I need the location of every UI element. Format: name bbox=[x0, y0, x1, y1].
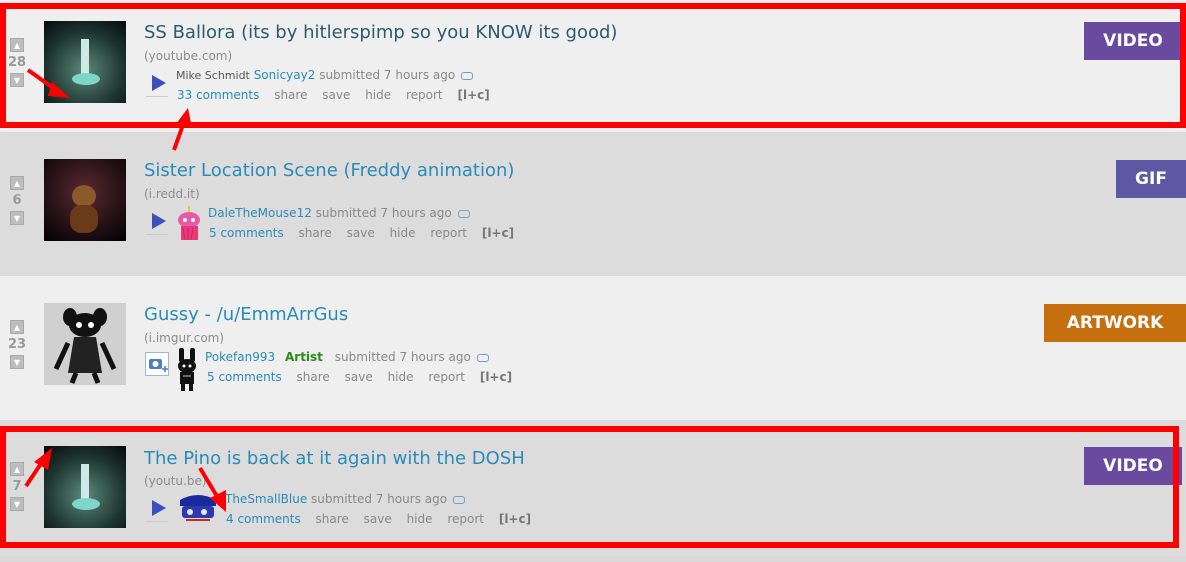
report-link[interactable]: report bbox=[428, 370, 465, 384]
submitted-time: submitted 7 hours ago bbox=[315, 206, 452, 220]
post-title[interactable]: Gussy - /u/EmmArrGus bbox=[144, 304, 348, 325]
hide-link[interactable]: hide bbox=[388, 370, 414, 384]
comments-link[interactable]: 5 comments bbox=[207, 370, 282, 384]
comments-link[interactable]: 5 comments bbox=[209, 226, 284, 240]
post-domain[interactable]: (i.imgur.com) bbox=[144, 331, 224, 345]
post-domain[interactable]: (i.redd.it) bbox=[144, 187, 200, 201]
hide-link[interactable]: hide bbox=[390, 226, 416, 240]
annotation-arrow-icon bbox=[24, 448, 52, 488]
tagline: DaleTheMouse12 submitted 7 hours ago bbox=[208, 206, 470, 220]
save-link[interactable]: save bbox=[345, 370, 373, 384]
flair-badge[interactable]: GIF bbox=[1116, 160, 1186, 198]
score: 23 bbox=[8, 337, 27, 352]
cupcake-avatar-icon bbox=[178, 206, 200, 241]
post-title[interactable]: Sister Location Scene (Freddy animation) bbox=[144, 160, 514, 181]
tag-icon[interactable] bbox=[457, 210, 470, 218]
submitted-time: submitted 7 hours ago bbox=[334, 350, 471, 364]
tag-icon[interactable] bbox=[476, 354, 489, 362]
post-actions: 5 comments share save hide report [l+c] bbox=[207, 370, 523, 384]
annotation-arrow-icon bbox=[172, 108, 192, 151]
bunny-avatar-icon bbox=[178, 348, 196, 391]
vote-column: ▲ 23 ▼ bbox=[8, 320, 26, 369]
thumbnail[interactable] bbox=[44, 159, 126, 241]
user-flair: Artist bbox=[284, 350, 323, 364]
annotation-arrow-icon bbox=[26, 68, 70, 98]
flair-badge[interactable]: ARTWORK bbox=[1044, 304, 1186, 342]
thumbnail[interactable] bbox=[44, 303, 126, 385]
author-link[interactable]: DaleTheMouse12 bbox=[208, 206, 312, 220]
post-3: ▲ 23 ▼ Gussy - /u/EmmArrGus (i.imgur.com… bbox=[0, 276, 1186, 420]
share-link[interactable]: share bbox=[297, 370, 330, 384]
downvote-arrow-icon[interactable]: ▼ bbox=[10, 211, 24, 225]
downvote-arrow-icon[interactable]: ▼ bbox=[10, 355, 24, 369]
artwork-thumbnail bbox=[44, 303, 126, 385]
highlight-box-bottom bbox=[0, 426, 1179, 548]
tagline: Pokefan993 Artist submitted 7 hours ago bbox=[205, 350, 489, 364]
upvote-arrow-icon[interactable]: ▲ bbox=[10, 320, 24, 334]
divider bbox=[146, 234, 168, 235]
vote-column: ▲ 6 ▼ bbox=[8, 176, 26, 225]
lc-link[interactable]: [l+c] bbox=[482, 226, 514, 240]
report-link[interactable]: report bbox=[430, 226, 467, 240]
author-link[interactable]: Pokefan993 bbox=[205, 350, 275, 364]
annotation-arrow-icon bbox=[198, 466, 226, 512]
score: 6 bbox=[12, 193, 22, 208]
save-link[interactable]: save bbox=[347, 226, 375, 240]
lc-link[interactable]: [l+c] bbox=[480, 370, 512, 384]
upvote-arrow-icon[interactable]: ▲ bbox=[10, 176, 24, 190]
post-2: ▲ 6 ▼ Sister Location Scene (Freddy anim… bbox=[0, 132, 1186, 276]
post-actions: 5 comments share save hide report [l+c] bbox=[209, 226, 525, 240]
share-link[interactable]: share bbox=[299, 226, 332, 240]
play-icon[interactable] bbox=[152, 213, 166, 229]
camera-plus-icon[interactable] bbox=[145, 352, 169, 376]
